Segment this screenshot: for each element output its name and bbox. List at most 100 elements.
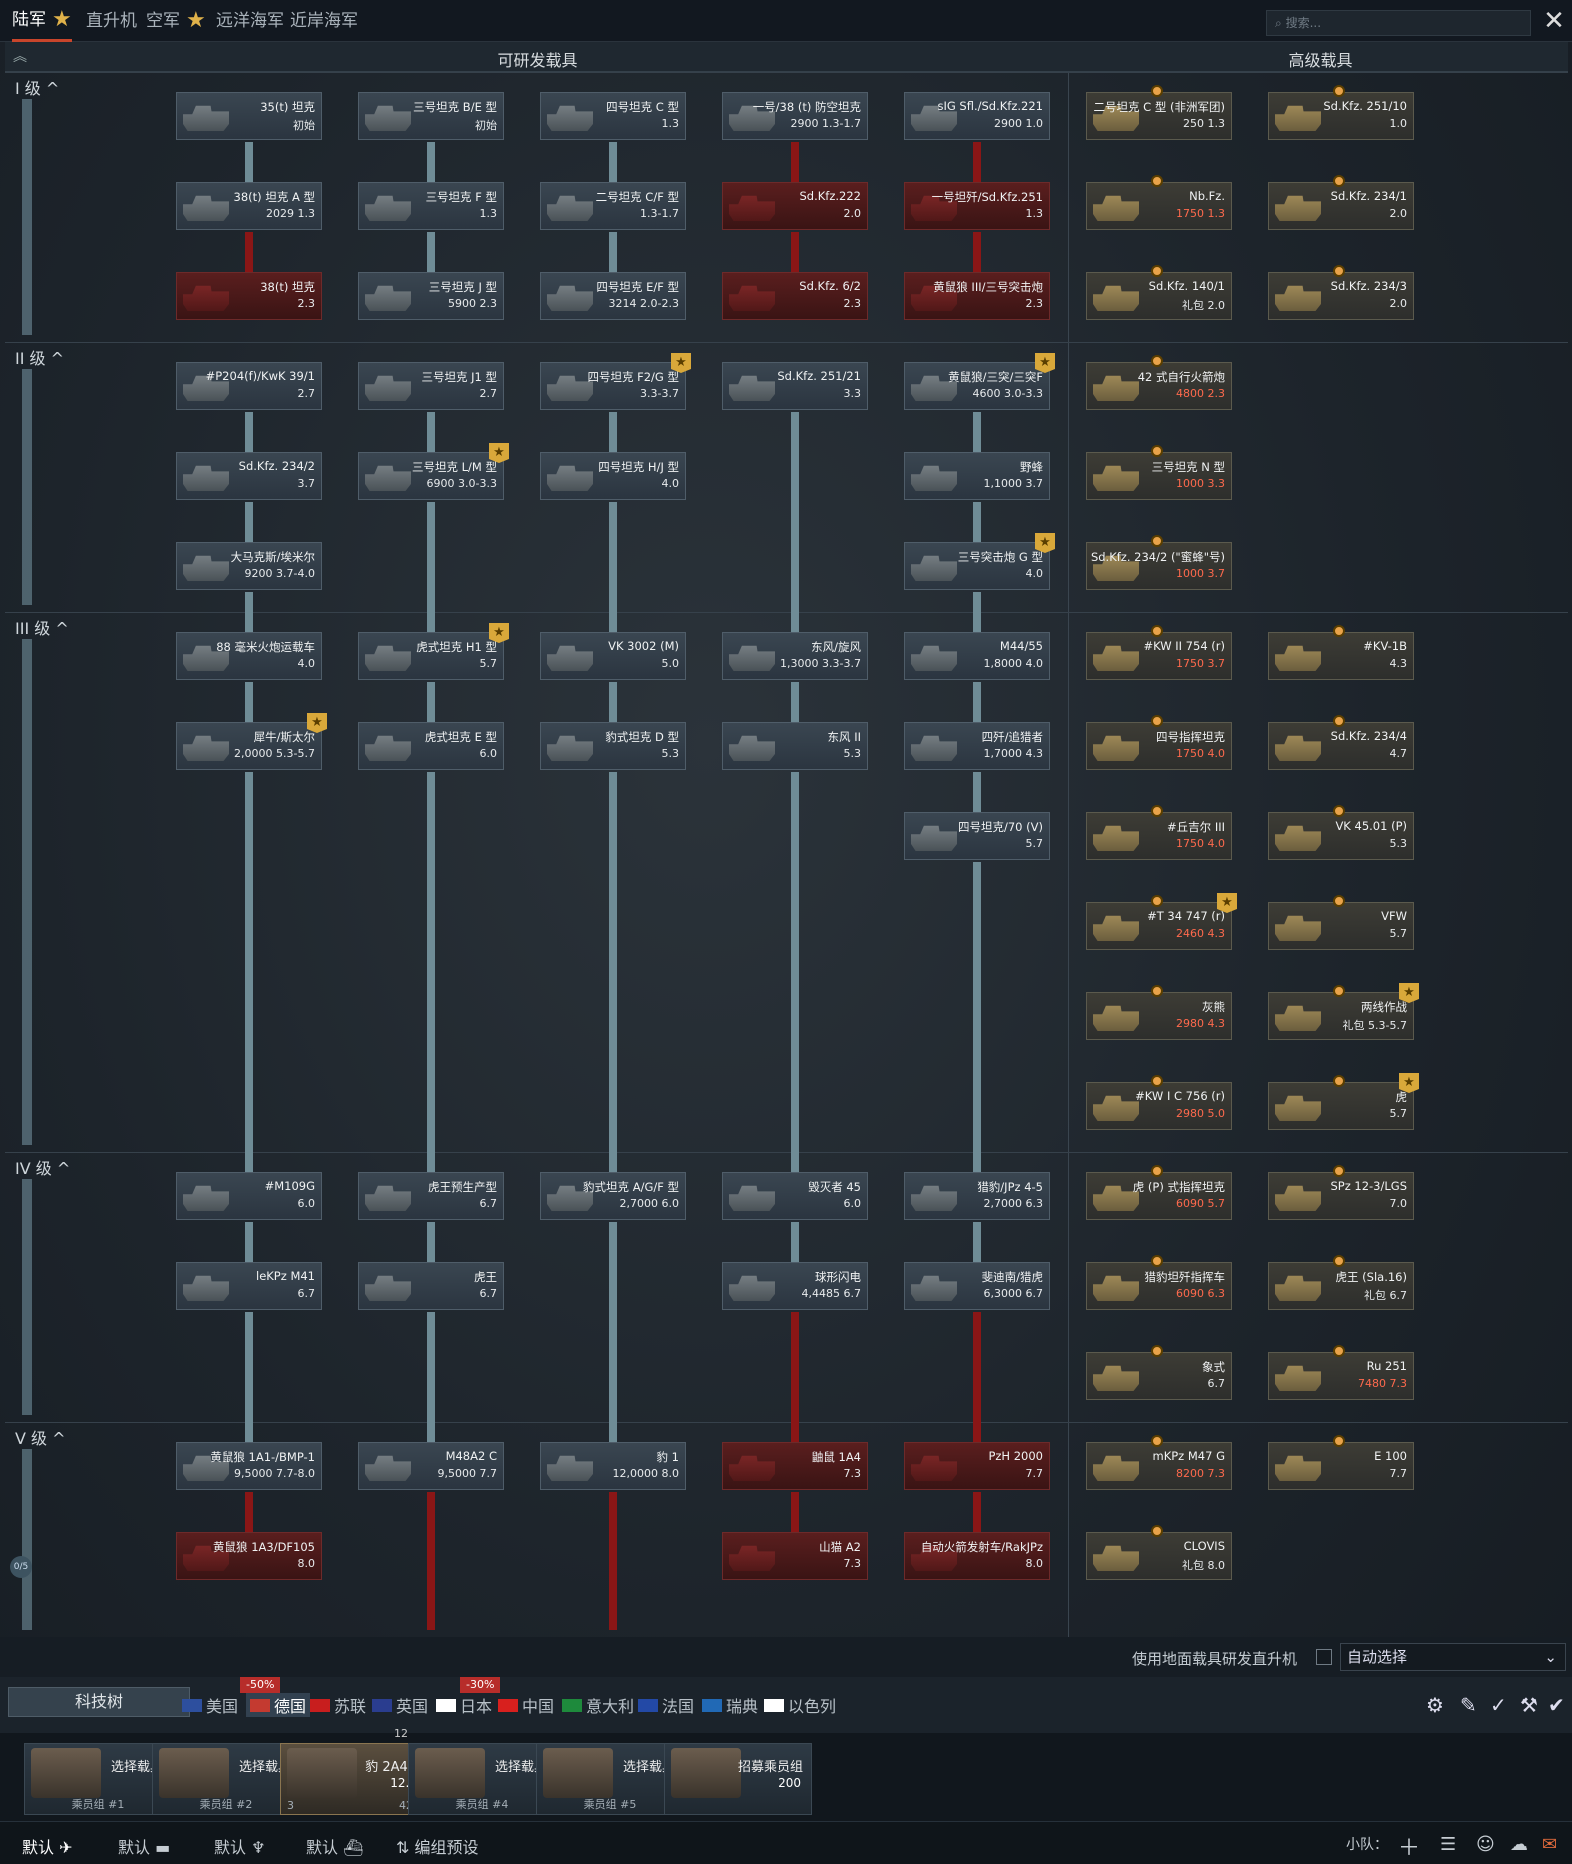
vehicle-card[interactable]: 虎式坦克 E 型 6.0 [358, 722, 504, 770]
vehicle-card[interactable]: Nb.Fz. 1750 1.3 [1086, 175, 1232, 230]
preset-button[interactable]: ⇅ 编组预设 [396, 1834, 479, 1858]
vehicle-card[interactable]: 四号指挥坦克 1750 4.0 [1086, 715, 1232, 770]
wrench-icon[interactable]: ✎ [1460, 1693, 1477, 1717]
tab-helicopters[interactable]: 直升机 [86, 0, 137, 42]
friends-icon[interactable]: ☺ [1476, 1834, 1495, 1855]
vehicle-card[interactable]: 猎豹坦歼指挥车 6090 6.3 [1086, 1255, 1232, 1310]
crew-slot[interactable]: 豹 2A4M 12.0 42 3 [280, 1743, 428, 1815]
vehicle-card[interactable]: 东风 II 5.3 [722, 722, 868, 770]
nation-tab[interactable]: 德国 [246, 1693, 311, 1717]
vehicle-card[interactable]: 山猫 A2 7.3 [722, 1532, 868, 1580]
crew-slot[interactable]: 招募乘员组 200 [664, 1743, 812, 1815]
vehicle-card[interactable]: Sd.Kfz. 6/2 2.3 [722, 272, 868, 320]
vehicle-card[interactable]: 东风/旋风 1,3000 3.3-3.7 [722, 632, 868, 680]
tier-label[interactable]: IV 级 ^ [15, 1155, 70, 1179]
vehicle-card[interactable]: leKPz M41 6.7 [176, 1262, 322, 1310]
vehicle-card[interactable]: 犀牛/斯太尔 2,0000 5.3-5.7 ★ [176, 713, 327, 770]
vehicle-card[interactable]: VK 3002 (M) 5.0 [540, 632, 686, 680]
vehicle-card[interactable]: 四号坦克/70 (V) 5.7 [904, 812, 1050, 860]
vehicle-card[interactable]: #KW II 754 (r) 1750 3.7 [1086, 625, 1232, 680]
vehicle-card[interactable]: VK 45.01 (P) 5.3 [1268, 805, 1414, 860]
chat-icon[interactable]: ☁ [1510, 1834, 1528, 1855]
repair-all-icon[interactable]: ⚒ [1520, 1693, 1538, 1717]
nation-tab[interactable]: 苏联 [310, 1693, 366, 1717]
vehicle-card[interactable]: 三号坦克 L/M 型 6900 3.0-3.3 ★ [358, 443, 509, 500]
vehicle-card[interactable]: 黄鼠狼 1A1-/BMP-1 9,5000 7.7-8.0 [176, 1442, 322, 1490]
vehicle-card[interactable]: 四号坦克 F2/G 型 3.3-3.7 ★ [540, 353, 691, 410]
vehicle-card[interactable]: #T 34 747 (r) 2460 4.3 ★ [1086, 893, 1237, 950]
preset-tab-heli[interactable]: 默认 ♆ [214, 1834, 265, 1858]
vehicle-card[interactable]: 两线作战 礼包 5.3-5.7 ★ [1268, 983, 1419, 1040]
vehicle-card[interactable]: CLOVIS 礼包 8.0 [1086, 1525, 1232, 1580]
vehicle-card[interactable]: E 100 7.7 [1268, 1435, 1414, 1490]
confirm-icon[interactable]: ✔ [1548, 1693, 1565, 1717]
vehicle-card[interactable]: 虎王 (Sla.16) 礼包 6.7 [1268, 1255, 1414, 1310]
gear-icon[interactable]: ⚙ [1426, 1693, 1444, 1717]
vehicle-card[interactable]: 虎 5.7 ★ [1268, 1073, 1419, 1130]
vehicle-card[interactable]: #P204(f)/KwK 39/1 2.7 [176, 362, 322, 410]
vehicle-card[interactable]: Sd.Kfz. 234/1 2.0 [1268, 175, 1414, 230]
heli-research-checkbox[interactable] [1316, 1649, 1332, 1665]
search-input[interactable]: ⌕ 搜索... [1266, 10, 1531, 36]
nation-tab[interactable]: 美国 [182, 1693, 238, 1717]
vehicle-card[interactable]: 四号坦克 C 型 1.3 [540, 92, 686, 140]
tier-label[interactable]: III 级 ^ [15, 615, 69, 639]
vehicle-card[interactable]: VFW 5.7 [1268, 895, 1414, 950]
tab-coastal[interactable]: 近岸海军 [290, 0, 358, 42]
vehicle-card[interactable]: 豹 1 12,0000 8.0 [540, 1442, 686, 1490]
vehicle-card[interactable]: 一号坦歼/Sd.Kfz.251 1.3 [904, 182, 1050, 230]
vehicle-card[interactable]: 斐迪南/猎虎 6,3000 6.7 [904, 1262, 1050, 1310]
vehicle-card[interactable]: Sd.Kfz. 234/3 2.0 [1268, 265, 1414, 320]
check-icon[interactable]: ✓ [1490, 1693, 1507, 1717]
preset-tab-tank[interactable]: 默认 ▬ [118, 1834, 170, 1858]
vehicle-card[interactable]: Sd.Kfz. 234/4 4.7 [1268, 715, 1414, 770]
preset-tab-ground[interactable]: 默认 ✈ [22, 1834, 73, 1858]
vehicle-card[interactable]: Ru 251 7480 7.3 [1268, 1345, 1414, 1400]
vehicle-card[interactable]: 虎王预生产型 6.7 [358, 1172, 504, 1220]
tab-ground[interactable]: 陆军 ★ [12, 0, 72, 42]
vehicle-card[interactable]: 灰熊 2980 4.3 [1086, 985, 1232, 1040]
vehicle-card[interactable]: M48A2 C 9,5000 7.7 [358, 1442, 504, 1490]
vehicle-card[interactable]: 38(t) 坦克 A 型 2029 1.3 [176, 182, 322, 230]
vehicle-card[interactable]: #M109G 6.0 [176, 1172, 322, 1220]
vehicle-card[interactable]: 豹式坦克 D 型 5.3 [540, 722, 686, 770]
vehicle-card[interactable]: 大马克斯/埃米尔 9200 3.7-4.0 [176, 542, 322, 590]
vehicle-card[interactable]: 三号坦克 B/E 型初始 [358, 92, 504, 140]
vehicle-card[interactable]: 35(t) 坦克 初始 [176, 92, 322, 140]
vehicle-card[interactable]: Sd.Kfz.222 2.0 [722, 182, 868, 230]
vehicle-card[interactable]: 42 式自行火箭炮 4800 2.3 [1086, 355, 1232, 410]
vehicle-card[interactable]: PzH 2000 7.7 [904, 1442, 1050, 1490]
nation-tab[interactable]: 以色列 [764, 1693, 836, 1717]
vehicle-card[interactable]: 猎豹/JPz 4-5 2,7000 6.3 [904, 1172, 1050, 1220]
vehicle-card[interactable]: 豹式坦克 A/G/F 型 2,7000 6.0 [540, 1172, 686, 1220]
vehicle-card[interactable]: 四号坦克 E/F 型 3214 2.0-2.3 [540, 272, 686, 320]
vehicle-card[interactable]: sIG Sfl./Sd.Kfz.221 2900 1.0 [904, 92, 1050, 140]
crew-slot[interactable]: 选择载具 乘员组 #1 [24, 1743, 172, 1815]
vehicle-card[interactable]: mKPz M47 G 8200 7.3 [1086, 1435, 1232, 1490]
tier-label[interactable]: I 级 ^ [15, 75, 59, 99]
vehicle-card[interactable]: 四号坦克 H/J 型 4.0 [540, 452, 686, 500]
techtree-button[interactable]: 科技树 [8, 1687, 190, 1717]
vehicle-card[interactable]: Sd.Kfz. 251/21 3.3 [722, 362, 868, 410]
nation-tab[interactable]: 瑞典 [702, 1693, 758, 1717]
vehicle-card[interactable]: 象式 6.7 [1086, 1345, 1232, 1400]
vehicle-card[interactable]: 二号坦克 C 型 (非洲军团) 250 1.3 [1086, 85, 1232, 140]
nation-tab[interactable]: 日本 [436, 1693, 492, 1717]
vehicle-card[interactable]: #KV-1B 4.3 [1268, 625, 1414, 680]
vehicle-card[interactable]: Sd.Kfz. 140/1 礼包 2.0 [1086, 265, 1232, 320]
vehicle-card[interactable]: 黄鼠狼 1A3/DF105 8.0 [176, 1532, 322, 1580]
vehicle-card[interactable]: 球形闪电 4,4485 6.7 [722, 1262, 868, 1310]
vehicle-card[interactable]: M44/55 1,8000 4.0 [904, 632, 1050, 680]
vehicle-card[interactable]: 野蜂 1,1000 3.7 [904, 452, 1050, 500]
vehicle-card[interactable]: 一号/38 (t) 防空坦克 2900 1.3-1.7 [722, 92, 868, 140]
vehicle-card[interactable]: 虎 (P) 式指挥坦克 6090 5.7 [1086, 1165, 1232, 1220]
auto-select-dropdown[interactable]: 自动选择 ⌄ [1340, 1643, 1566, 1671]
vehicle-card[interactable]: Sd.Kfz. 234/2 3.7 [176, 452, 322, 500]
vehicle-card[interactable]: 鼬鼠 1A4 7.3 [722, 1442, 868, 1490]
vehicle-card[interactable]: 38(t) 坦克 2.3 [176, 272, 322, 320]
crew-slot[interactable]: 选择载具 乘员组 #5 [536, 1743, 684, 1815]
vehicle-card[interactable]: 三号坦克 J 型 5900 2.3 [358, 272, 504, 320]
list-icon[interactable]: ☰ [1440, 1834, 1456, 1855]
vehicle-card[interactable]: 三号突击炮 G 型 4.0 ★ [904, 533, 1055, 590]
vehicle-card[interactable]: 虎式坦克 H1 型 5.7 ★ [358, 623, 509, 680]
